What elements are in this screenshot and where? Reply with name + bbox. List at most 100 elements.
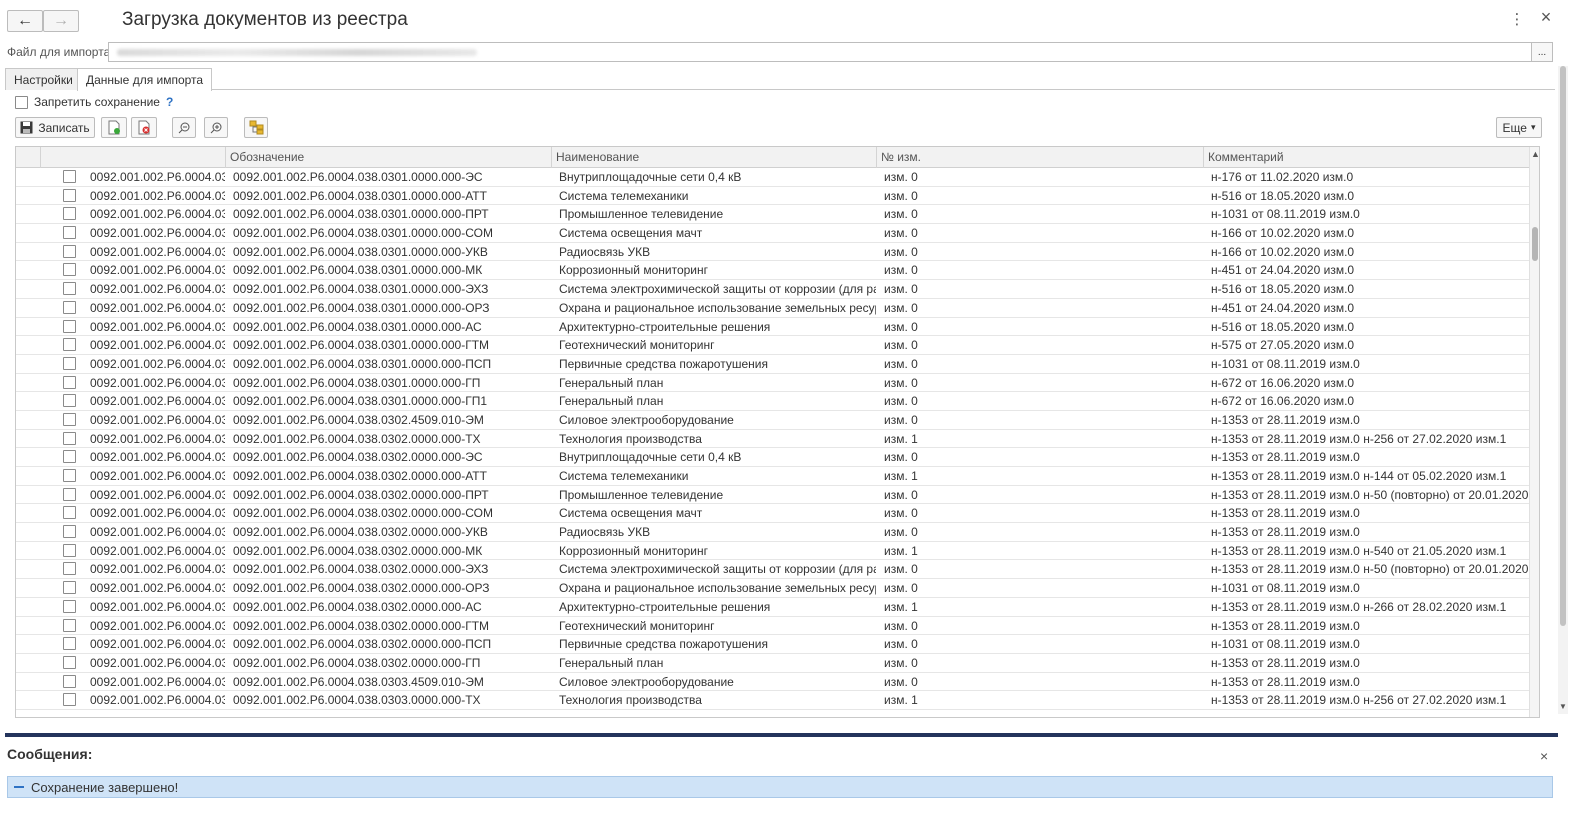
- scroll-up-icon[interactable]: ▲: [1530, 149, 1539, 159]
- row-checkbox[interactable]: [63, 599, 76, 613]
- table-row[interactable]: 0092.001.002.Р6.0004.038... 0092.001.002.…: [16, 243, 1529, 262]
- add-document-button[interactable]: [101, 117, 127, 138]
- row-checkbox[interactable]: [63, 674, 76, 688]
- page-scroll-thumb[interactable]: [1560, 66, 1566, 626]
- table-row[interactable]: 0092.001.002.Р6.0004.038... 0092.001.002.…: [16, 673, 1529, 692]
- table-row[interactable]: 0092.001.002.Р6.0004.038... 0092.001.002.…: [16, 579, 1529, 598]
- row-checkbox[interactable]: [63, 450, 76, 464]
- scroll-down-icon[interactable]: ▼: [1558, 702, 1568, 711]
- table-row[interactable]: 0092.001.002.Р6.0004.038... 0092.001.002.…: [16, 430, 1529, 449]
- forbid-save-checkbox[interactable]: [15, 95, 28, 109]
- row-checkbox[interactable]: [63, 319, 76, 333]
- cell-revision: изм. 0: [884, 338, 918, 353]
- cell-comment: н-672 от 16.06.2020 изм.0: [1211, 394, 1355, 409]
- row-checkbox[interactable]: [63, 693, 76, 707]
- close-icon[interactable]: ×: [1538, 7, 1554, 28]
- table-row[interactable]: 0092.001.002.Р6.0004.038... 0092.001.002.…: [16, 598, 1529, 617]
- help-icon[interactable]: ?: [166, 95, 173, 109]
- more-actions-button[interactable]: Еще ▾: [1496, 117, 1542, 138]
- row-checkbox[interactable]: [63, 300, 76, 314]
- arrow-right-icon: →: [53, 12, 69, 29]
- row-checkbox[interactable]: [63, 394, 76, 408]
- row-checkbox[interactable]: [63, 375, 76, 389]
- table-row[interactable]: 0092.001.002.Р6.0004.038... 0092.001.002.…: [16, 523, 1529, 542]
- tab-import-data[interactable]: Данные для импорта: [77, 68, 213, 91]
- row-checkbox[interactable]: [63, 412, 76, 426]
- row-checkbox[interactable]: [63, 469, 76, 482]
- row-checkbox[interactable]: [63, 655, 76, 669]
- table-row[interactable]: 0092.001.002.Р6.0004.038... 0092.001.002.…: [16, 467, 1529, 486]
- row-checkbox[interactable]: [63, 338, 76, 352]
- cell-comment: н-451 от 24.04.2020 изм.0: [1211, 263, 1355, 278]
- table-row[interactable]: 0092.001.002.Р6.0004.038... 0092.001.002.…: [16, 448, 1529, 467]
- row-checkbox[interactable]: [63, 506, 76, 520]
- messages-close-icon[interactable]: ×: [1540, 748, 1548, 764]
- row-checkbox[interactable]: [63, 525, 76, 539]
- row-checkbox[interactable]: [63, 431, 76, 445]
- table-row[interactable]: 0092.001.002.Р6.0004.038... 0092.001.002.…: [16, 280, 1529, 299]
- collapse-button[interactable]: [172, 117, 196, 138]
- cell-name: Внутриплощадочные сети 0,4 кВ: [559, 170, 742, 184]
- row-checkbox[interactable]: [63, 263, 76, 277]
- row-checkbox[interactable]: [63, 170, 76, 183]
- back-button[interactable]: ←: [7, 10, 43, 32]
- table-row[interactable]: 0092.001.002.Р6.0004.038... 0092.001.002.…: [16, 691, 1529, 710]
- row-checkbox[interactable]: [63, 226, 76, 240]
- row-checkbox[interactable]: [63, 581, 76, 595]
- file-path-input[interactable]: [108, 42, 1532, 62]
- cell-name: Технология производства: [559, 431, 702, 446]
- row-checkbox[interactable]: [63, 356, 76, 370]
- row-checkbox[interactable]: [63, 487, 76, 501]
- expand-button[interactable]: [204, 117, 228, 138]
- cell-comment: н-1353 от 28.11.2019 изм.0 н-540 от 21.0…: [1211, 543, 1507, 558]
- row-checkbox[interactable]: [63, 244, 76, 258]
- table-row[interactable]: 0092.001.002.Р6.0004.038... 0092.001.002.…: [16, 411, 1529, 430]
- row-checkbox[interactable]: [63, 207, 76, 221]
- save-button[interactable]: Записать: [15, 117, 95, 138]
- row-checkbox[interactable]: [63, 618, 76, 632]
- row-checkbox[interactable]: [63, 188, 76, 202]
- row-checkbox[interactable]: [63, 637, 76, 651]
- table-row[interactable]: 0092.001.002.Р6.0004.038... 0092.001.002.…: [16, 654, 1529, 673]
- row-checkbox[interactable]: [63, 562, 76, 576]
- table-row[interactable]: 0092.001.002.Р6.0004.038... 0092.001.002.…: [16, 205, 1529, 225]
- header-check-column[interactable]: [40, 147, 225, 168]
- table-scrollbar[interactable]: ▲: [1529, 147, 1539, 717]
- messages-divider[interactable]: [5, 733, 1558, 737]
- header-name[interactable]: Наименование: [551, 147, 876, 168]
- row-checkbox[interactable]: [63, 282, 76, 296]
- message-item[interactable]: Сохранение завершено!: [7, 776, 1553, 798]
- table-row[interactable]: 0092.001.002.Р6.0004.038... 0092.001.002.…: [16, 617, 1529, 636]
- header-revision[interactable]: № изм.: [876, 147, 1203, 168]
- documents-table[interactable]: Обозначение Наименование № изм. Коммента…: [15, 146, 1540, 718]
- forward-button[interactable]: →: [43, 10, 79, 32]
- table-row[interactable]: 0092.001.002.Р6.0004.038... 0092.001.002.…: [16, 374, 1529, 393]
- row-checkbox[interactable]: [63, 543, 76, 557]
- page-scrollbar[interactable]: ▼: [1558, 66, 1568, 714]
- structure-button[interactable]: [244, 117, 268, 138]
- tab-settings[interactable]: Настройки: [5, 68, 82, 90]
- table-row[interactable]: 0092.001.002.Р6.0004.038... 0092.001.002.…: [16, 261, 1529, 281]
- cell-name: Система освещения мачт: [559, 226, 703, 241]
- table-row[interactable]: 0092.001.002.Р6.0004.038... 0092.001.002.…: [16, 336, 1529, 355]
- forbid-save-option[interactable]: Запретить сохранение ?: [15, 95, 173, 109]
- table-row[interactable]: 0092.001.002.Р6.0004.038... 0092.001.002.…: [16, 168, 1529, 187]
- table-row[interactable]: 0092.001.002.Р6.0004.038... 0092.001.002.…: [16, 635, 1529, 654]
- browse-button[interactable]: ...: [1531, 42, 1553, 62]
- table-row[interactable]: 0092.001.002.Р6.0004.038... 0092.001.002.…: [16, 504, 1529, 524]
- table-row[interactable]: 0092.001.002.Р6.0004.038... 0092.001.002.…: [16, 224, 1529, 243]
- table-row[interactable]: 0092.001.002.Р6.0004.038... 0092.001.002.…: [16, 486, 1529, 505]
- more-menu-icon[interactable]: ⋮: [1509, 10, 1525, 28]
- table-row[interactable]: 0092.001.002.Р6.0004.038... 0092.001.002.…: [16, 299, 1529, 318]
- table-row[interactable]: 0092.001.002.Р6.0004.038... 0092.001.002.…: [16, 187, 1529, 206]
- header-comment[interactable]: Комментарий: [1203, 147, 1529, 168]
- table-row[interactable]: 0092.001.002.Р6.0004.038... 0092.001.002.…: [16, 318, 1529, 337]
- delete-document-button[interactable]: [131, 117, 157, 138]
- table-row[interactable]: 0092.001.002.Р6.0004.038... 0092.001.002.…: [16, 355, 1529, 374]
- scroll-thumb[interactable]: [1532, 227, 1538, 261]
- tab-label: Настройки: [14, 72, 73, 87]
- header-designation[interactable]: Обозначение: [225, 147, 551, 168]
- table-row[interactable]: 0092.001.002.Р6.0004.038... 0092.001.002.…: [16, 560, 1529, 580]
- table-row[interactable]: 0092.001.002.Р6.0004.038... 0092.001.002.…: [16, 392, 1529, 411]
- table-row[interactable]: 0092.001.002.Р6.0004.038... 0092.001.002.…: [16, 542, 1529, 561]
